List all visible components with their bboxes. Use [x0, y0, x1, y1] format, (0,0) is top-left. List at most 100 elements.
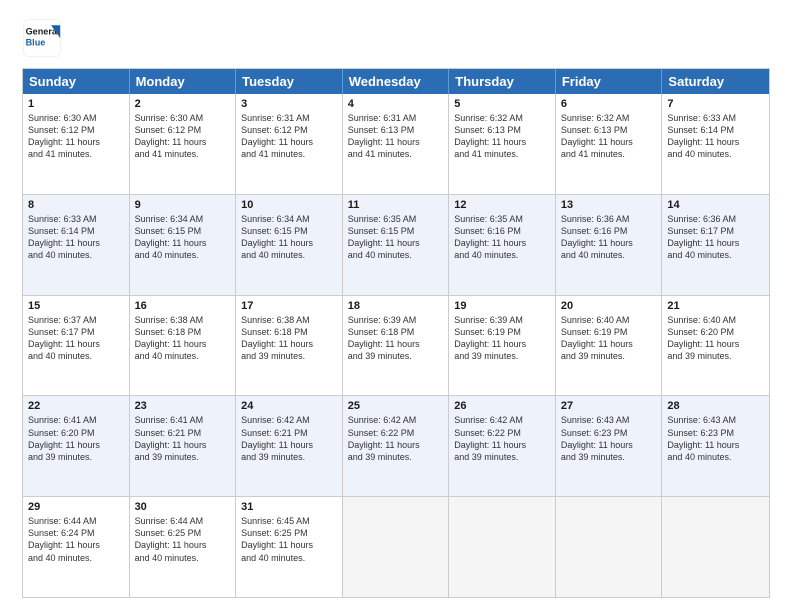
page: General Blue SundayMondayTuesdayWednesda…: [0, 0, 792, 612]
day-number: 5: [454, 98, 550, 110]
cell-info: Sunrise: 6:40 AMSunset: 6:20 PMDaylight:…: [667, 314, 764, 363]
day-number: 12: [454, 199, 550, 211]
calendar-cell-empty: [449, 497, 556, 597]
calendar-header-cell: Friday: [556, 69, 663, 94]
cell-info: Sunrise: 6:40 AMSunset: 6:19 PMDaylight:…: [561, 314, 657, 363]
day-number: 28: [667, 400, 764, 412]
calendar-row: 15 Sunrise: 6:37 AMSunset: 6:17 PMDayligh…: [23, 295, 769, 396]
cell-info: Sunrise: 6:37 AMSunset: 6:17 PMDaylight:…: [28, 314, 124, 363]
cell-info: Sunrise: 6:30 AMSunset: 6:12 PMDaylight:…: [135, 112, 231, 161]
day-number: 11: [348, 199, 444, 211]
cell-info: Sunrise: 6:35 AMSunset: 6:16 PMDaylight:…: [454, 213, 550, 262]
calendar-cell: 3 Sunrise: 6:31 AMSunset: 6:12 PMDaylight…: [236, 94, 343, 194]
cell-info: Sunrise: 6:42 AMSunset: 6:22 PMDaylight:…: [454, 414, 550, 463]
day-number: 30: [135, 501, 231, 513]
day-number: 22: [28, 400, 124, 412]
calendar-header-cell: Wednesday: [343, 69, 450, 94]
cell-info: Sunrise: 6:33 AMSunset: 6:14 PMDaylight:…: [667, 112, 764, 161]
calendar-cell: 29Sunrise: 6:44 AMSunset: 6:24 PMDayligh…: [23, 497, 130, 597]
calendar-cell: 28 Sunrise: 6:43 AMSunset: 6:23 PMDayligh…: [662, 396, 769, 496]
day-number: 1: [28, 98, 124, 110]
calendar-cell: 18Sunrise: 6:39 AMSunset: 6:18 PMDayligh…: [343, 296, 450, 396]
day-number: 23: [135, 400, 231, 412]
calendar-row: 1 Sunrise: 6:30 AMSunset: 6:12 PMDaylight…: [23, 94, 769, 194]
calendar-header-cell: Sunday: [23, 69, 130, 94]
calendar-row: 8 Sunrise: 6:33 AMSunset: 6:14 PMDaylight…: [23, 194, 769, 295]
logo: General Blue: [22, 18, 62, 58]
day-number: 29: [28, 501, 124, 513]
calendar-cell: 21 Sunrise: 6:40 AMSunset: 6:20 PMDayligh…: [662, 296, 769, 396]
calendar-cell: 14Sunrise: 6:36 AMSunset: 6:17 PMDayligh…: [662, 195, 769, 295]
cell-info: Sunrise: 6:41 AMSunset: 6:20 PMDaylight:…: [28, 414, 124, 463]
calendar-cell: 4 Sunrise: 6:31 AMSunset: 6:13 PMDaylight…: [343, 94, 450, 194]
day-number: 4: [348, 98, 444, 110]
cell-info: Sunrise: 6:43 AMSunset: 6:23 PMDaylight:…: [561, 414, 657, 463]
day-number: 26: [454, 400, 550, 412]
svg-text:Blue: Blue: [26, 37, 46, 47]
cell-info: Sunrise: 6:42 AMSunset: 6:22 PMDaylight:…: [348, 414, 444, 463]
day-number: 27: [561, 400, 657, 412]
cell-info: Sunrise: 6:43 AMSunset: 6:23 PMDaylight:…: [667, 414, 764, 463]
cell-info: Sunrise: 6:32 AMSunset: 6:13 PMDaylight:…: [561, 112, 657, 161]
cell-info: Sunrise: 6:30 AMSunset: 6:12 PMDaylight:…: [28, 112, 124, 161]
day-number: 17: [241, 300, 337, 312]
calendar-cell: 1 Sunrise: 6:30 AMSunset: 6:12 PMDaylight…: [23, 94, 130, 194]
day-number: 25: [348, 400, 444, 412]
day-number: 3: [241, 98, 337, 110]
calendar-header: SundayMondayTuesdayWednesdayThursdayFrid…: [23, 69, 769, 94]
cell-info: Sunrise: 6:31 AMSunset: 6:12 PMDaylight:…: [241, 112, 337, 161]
day-number: 16: [135, 300, 231, 312]
cell-info: Sunrise: 6:45 AMSunset: 6:25 PMDaylight:…: [241, 515, 337, 564]
calendar-cell: 15 Sunrise: 6:37 AMSunset: 6:17 PMDayligh…: [23, 296, 130, 396]
day-number: 18: [348, 300, 444, 312]
calendar-cell: 16 Sunrise: 6:38 AMSunset: 6:18 PMDayligh…: [130, 296, 237, 396]
calendar-cell: 17 Sunrise: 6:38 AMSunset: 6:18 PMDayligh…: [236, 296, 343, 396]
day-number: 24: [241, 400, 337, 412]
cell-info: Sunrise: 6:34 AMSunset: 6:15 PMDaylight:…: [135, 213, 231, 262]
day-number: 13: [561, 199, 657, 211]
calendar-cell-empty: [343, 497, 450, 597]
cell-info: Sunrise: 6:32 AMSunset: 6:13 PMDaylight:…: [454, 112, 550, 161]
day-number: 10: [241, 199, 337, 211]
cell-info: Sunrise: 6:36 AMSunset: 6:16 PMDaylight:…: [561, 213, 657, 262]
calendar-cell: 25 Sunrise: 6:42 AMSunset: 6:22 PMDayligh…: [343, 396, 450, 496]
calendar-cell: 26 Sunrise: 6:42 AMSunset: 6:22 PMDayligh…: [449, 396, 556, 496]
calendar-cell: 31 Sunrise: 6:45 AMSunset: 6:25 PMDayligh…: [236, 497, 343, 597]
day-number: 9: [135, 199, 231, 211]
calendar-cell: 6Sunrise: 6:32 AMSunset: 6:13 PMDaylight…: [556, 94, 663, 194]
calendar-cell-empty: [556, 497, 663, 597]
day-number: 8: [28, 199, 124, 211]
cell-info: Sunrise: 6:42 AMSunset: 6:21 PMDaylight:…: [241, 414, 337, 463]
calendar-cell: 9 Sunrise: 6:34 AMSunset: 6:15 PMDaylight…: [130, 195, 237, 295]
calendar-header-cell: Monday: [130, 69, 237, 94]
calendar-cell: 11 Sunrise: 6:35 AMSunset: 6:15 PMDayligh…: [343, 195, 450, 295]
cell-info: Sunrise: 6:39 AMSunset: 6:19 PMDaylight:…: [454, 314, 550, 363]
cell-info: Sunrise: 6:38 AMSunset: 6:18 PMDaylight:…: [241, 314, 337, 363]
cell-info: Sunrise: 6:35 AMSunset: 6:15 PMDaylight:…: [348, 213, 444, 262]
calendar-cell: 5 Sunrise: 6:32 AMSunset: 6:13 PMDaylight…: [449, 94, 556, 194]
calendar-cell: 24 Sunrise: 6:42 AMSunset: 6:21 PMDayligh…: [236, 396, 343, 496]
calendar-cell: 12 Sunrise: 6:35 AMSunset: 6:16 PMDayligh…: [449, 195, 556, 295]
calendar-cell: 10 Sunrise: 6:34 AMSunset: 6:15 PMDayligh…: [236, 195, 343, 295]
calendar-row: 22 Sunrise: 6:41 AMSunset: 6:20 PMDayligh…: [23, 395, 769, 496]
header: General Blue: [22, 18, 770, 58]
cell-info: Sunrise: 6:34 AMSunset: 6:15 PMDaylight:…: [241, 213, 337, 262]
calendar-cell: 7Sunrise: 6:33 AMSunset: 6:14 PMDaylight…: [662, 94, 769, 194]
calendar-cell: 2 Sunrise: 6:30 AMSunset: 6:12 PMDaylight…: [130, 94, 237, 194]
cell-info: Sunrise: 6:31 AMSunset: 6:13 PMDaylight:…: [348, 112, 444, 161]
day-number: 2: [135, 98, 231, 110]
calendar-cell-empty: [662, 497, 769, 597]
calendar-cell: 27 Sunrise: 6:43 AMSunset: 6:23 PMDayligh…: [556, 396, 663, 496]
day-number: 19: [454, 300, 550, 312]
day-number: 15: [28, 300, 124, 312]
cell-info: Sunrise: 6:41 AMSunset: 6:21 PMDaylight:…: [135, 414, 231, 463]
day-number: 31: [241, 501, 337, 513]
cell-info: Sunrise: 6:33 AMSunset: 6:14 PMDaylight:…: [28, 213, 124, 262]
calendar-cell: 23 Sunrise: 6:41 AMSunset: 6:21 PMDayligh…: [130, 396, 237, 496]
day-number: 21: [667, 300, 764, 312]
cell-info: Sunrise: 6:44 AMSunset: 6:25 PMDaylight:…: [135, 515, 231, 564]
cell-info: Sunrise: 6:38 AMSunset: 6:18 PMDaylight:…: [135, 314, 231, 363]
calendar-cell: 20 Sunrise: 6:40 AMSunset: 6:19 PMDayligh…: [556, 296, 663, 396]
day-number: 20: [561, 300, 657, 312]
calendar-header-cell: Saturday: [662, 69, 769, 94]
